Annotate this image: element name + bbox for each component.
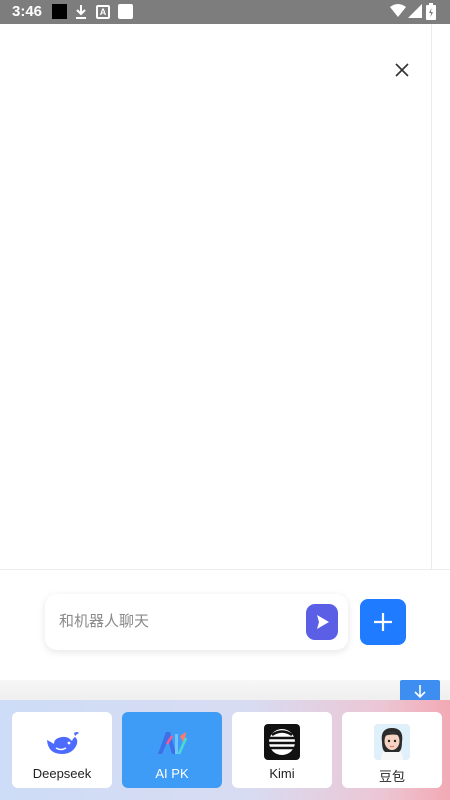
battery-icon xyxy=(426,3,436,20)
chat-input[interactable] xyxy=(59,608,299,634)
download-icon xyxy=(76,5,86,19)
model-label: Deepseek xyxy=(32,766,92,781)
model-card-doubao[interactable]: 豆包 xyxy=(342,712,442,788)
arrow-down-icon xyxy=(414,685,426,699)
chat-content-area xyxy=(0,24,432,570)
a-box-icon: A xyxy=(96,5,110,19)
plus-icon xyxy=(374,613,392,631)
send-button[interactable] xyxy=(306,604,338,640)
divider xyxy=(0,569,450,570)
model-label: Kimi xyxy=(269,766,295,781)
model-selector-bar: Deepseek AI PK Kimi 豆包 xyxy=(0,700,450,800)
status-time: 3:46 xyxy=(12,3,43,20)
ai-pk-icon xyxy=(158,732,188,755)
signal-icon xyxy=(408,4,422,18)
send-icon xyxy=(317,615,329,629)
model-card-deepseek[interactable]: Deepseek xyxy=(12,712,112,788)
status-bar: 3:46 A xyxy=(0,0,450,24)
wifi-icon xyxy=(390,4,406,17)
doubao-avatar-icon xyxy=(374,724,410,760)
add-button[interactable] xyxy=(360,599,406,645)
scroll-down-button[interactable] xyxy=(400,680,440,702)
black-square-icon xyxy=(52,4,67,19)
whale-icon xyxy=(47,732,79,754)
model-card-kimi[interactable]: Kimi xyxy=(232,712,332,788)
kimi-icon xyxy=(264,724,300,760)
chat-input-container xyxy=(45,594,348,650)
bottom-spacer xyxy=(0,680,450,700)
model-label: 豆包 xyxy=(378,769,405,784)
close-icon[interactable] xyxy=(392,60,412,80)
model-label: AI PK xyxy=(155,766,189,781)
model-card-ai-pk[interactable]: AI PK xyxy=(122,712,222,788)
white-square-icon xyxy=(118,4,133,19)
